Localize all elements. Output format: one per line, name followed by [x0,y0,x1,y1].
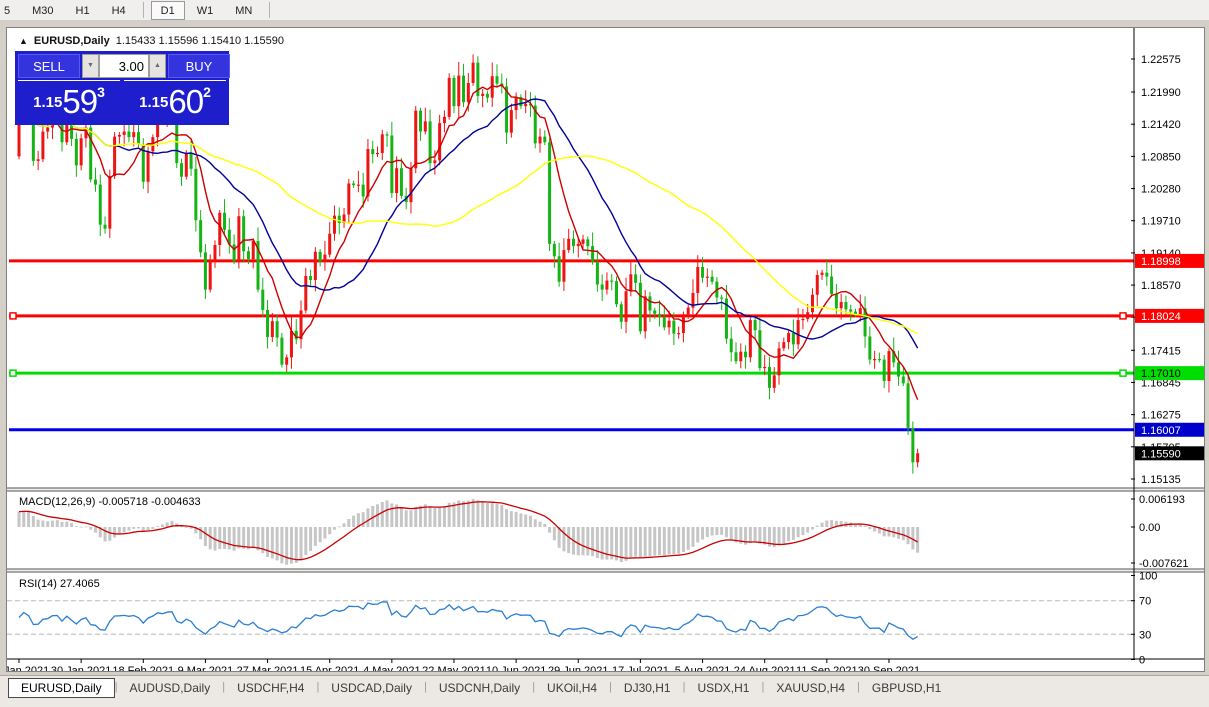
sell-price-sup: 3 [97,84,105,100]
chart-ohlc-values: 1.15433 1.15596 1.15410 1.15590 [116,35,284,47]
sell-price[interactable]: 1.15593 [18,80,120,122]
y-axis-label: 1.19710 [1141,216,1181,228]
price-tag-label: 1.16007 [1141,425,1181,437]
tab-usdcad-daily[interactable]: USDCAD,Daily [319,679,424,697]
macd-axis-label: -0.007621 [1139,558,1189,570]
rsi-indicator-label: RSI(14) 27.4065 [19,578,100,590]
x-axis-label: 15 Apr 2021 [300,665,359,671]
chart-canvas[interactable]: 1.22575 1.21990 1.21420 1.20850 1.20280 1.197… [6,27,1205,672]
macd-axis-label: 0.00 [1139,522,1160,534]
tab-xauusd-h4[interactable]: XAUUSD,H4 [764,679,857,697]
volume-stepper: ▼ ▲ [82,54,166,78]
timeframe-button-h1[interactable]: H1 [66,1,100,20]
timeframe-toolbar: 5M30H1H4 D1W1MN [0,0,1209,21]
timeframe-button-5[interactable]: 5 [0,1,20,20]
y-axis-label: 1.20280 [1141,184,1181,196]
sell-button[interactable]: SELL [18,54,80,78]
tab-dj30-h1[interactable]: DJ30,H1 [612,679,683,697]
x-axis-label: 12 Jan 2021 [7,665,49,671]
tab-usdx-h1[interactable]: USDX,H1 [685,679,761,697]
sell-price-small: 1.15 [33,94,62,111]
volume-decrease-icon[interactable]: ▼ [82,54,99,78]
x-axis-label: 30 Sep 2021 [858,665,920,671]
price-tag-label: 1.18024 [1141,311,1181,323]
tab-ukoil-h4[interactable]: UKOil,H4 [535,679,609,697]
tab-usdcnh-daily[interactable]: USDCNH,Daily [427,679,532,697]
tab-eurusd-daily[interactable]: EURUSD,Daily [8,678,115,698]
tab-usdchf-h4[interactable]: USDCHF,H4 [225,679,316,697]
x-axis-label: 9 Mar 2021 [178,665,234,671]
rsi-axis-label: 30 [1139,629,1151,641]
price-tag-label: 1.18998 [1141,256,1181,268]
toolbar-separator [269,2,270,18]
chart-title: EURUSD,Daily [34,35,110,47]
x-axis-label: 29 Jun 2021 [548,665,609,671]
tab-gbpusd-h1[interactable]: GBPUSD,H1 [860,679,953,697]
timeframe-button-mn[interactable]: MN [225,1,262,20]
one-click-trading-panel: SELL ▼ ▲ BUY 1.15593 1.15602 [15,51,229,125]
price-tag-label: 1.17010 [1141,368,1181,380]
rsi-axis-label: 0 [1139,655,1145,667]
line-handle[interactable] [1120,370,1126,376]
y-axis-label: 1.20850 [1141,151,1181,163]
timeframe-button-d1[interactable]: D1 [151,1,185,20]
buy-button[interactable]: BUY [168,54,230,78]
chart-tab-bar: EURUSD,Daily|AUDUSD,Daily|USDCHF,H4|USDC… [0,675,1209,707]
chart-header: ▲ EURUSD,Daily 1.15433 1.15596 1.15410 1… [19,35,284,47]
x-axis-label: 24 Aug 2021 [734,665,796,671]
line-handle[interactable] [1120,313,1126,319]
x-axis-label: 10 Jun 2021 [486,665,547,671]
buy-price[interactable]: 1.15602 [124,80,226,122]
y-axis-label: 1.15135 [1141,474,1181,486]
buy-price-big: 60 [168,83,203,120]
timeframe-button-w1[interactable]: W1 [187,1,224,20]
x-axis-label: 22 May 2021 [422,665,486,671]
y-axis-label: 1.22575 [1141,54,1181,66]
x-axis-label: 11 Sep 2021 [796,665,858,671]
line-handle[interactable] [10,313,16,319]
collapse-panel-icon[interactable]: ▲ [19,36,28,46]
toolbar-separator [143,2,144,18]
y-axis-label: 1.17415 [1141,345,1181,357]
chart-window: 1.22575 1.21990 1.21420 1.20850 1.20280 1.197… [0,22,1209,674]
buy-price-sup: 2 [203,84,211,100]
sell-price-big: 59 [62,83,97,120]
timeframe-button-h4[interactable]: H4 [102,1,136,20]
rsi-axis-label: 100 [1139,571,1157,583]
y-axis-label: 1.21420 [1141,119,1181,131]
tab-audusd-daily[interactable]: AUDUSD,Daily [118,679,223,697]
line-handle[interactable] [10,370,16,376]
x-axis-label: 17 Jul 2021 [612,665,669,671]
y-axis-label: 1.21990 [1141,87,1181,99]
current-price-label: 1.15590 [1141,448,1181,460]
macd-axis-label: 0.006193 [1139,494,1185,506]
x-axis-label: 4 May 2021 [363,665,420,671]
volume-increase-icon[interactable]: ▲ [149,54,166,78]
macd-indicator-label: MACD(12,26,9) -0.005718 -0.004633 [19,496,201,508]
volume-input[interactable] [99,54,149,78]
timeframe-button-m30[interactable]: M30 [22,1,63,20]
x-axis-label: 5 Aug 2021 [675,665,731,671]
x-axis-label: 18 Feb 2021 [112,665,174,671]
buy-price-small: 1.15 [139,94,168,111]
rsi-axis-label: 70 [1139,596,1151,608]
y-axis-label: 1.18570 [1141,280,1181,292]
y-axis-label: 1.16275 [1141,410,1181,422]
x-axis-label: 30 Jan 2021 [51,665,112,671]
x-axis-label: 27 Mar 2021 [237,665,299,671]
